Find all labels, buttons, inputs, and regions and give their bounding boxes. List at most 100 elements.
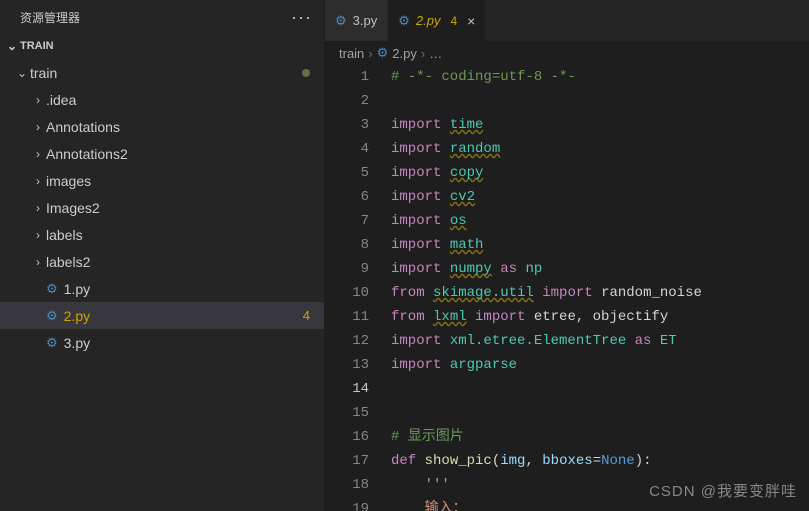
line-number: 19 (325, 497, 369, 511)
python-icon: ⚙ (377, 45, 389, 61)
line-number: 6 (325, 185, 369, 209)
section-header[interactable]: ⌄ TRAIN (0, 35, 324, 57)
code-line[interactable]: from lxml import etree, objectify (391, 305, 809, 329)
code-line[interactable]: import os (391, 209, 809, 233)
code-line[interactable]: import copy (391, 161, 809, 185)
chevron-right-icon: › (30, 120, 46, 134)
line-number: 8 (325, 233, 369, 257)
watermark: CSDN @我要变胖哇 (649, 480, 797, 501)
breadcrumb-seg: train (339, 46, 364, 61)
tree-item-label: 3.py (64, 335, 324, 351)
tree-item-label: train (30, 65, 302, 81)
code-line[interactable]: from skimage.util import random_noise (391, 281, 809, 305)
code-content[interactable]: # -*- coding=utf-8 -*- import timeimport… (387, 65, 809, 511)
more-actions-icon[interactable]: ··· (291, 7, 312, 28)
code-line[interactable]: import xml.etree.ElementTree as ET (391, 329, 809, 353)
python-icon: ⚙ (335, 13, 347, 29)
code-line[interactable]: import numpy as np (391, 257, 809, 281)
tree-item-label: 1.py (64, 281, 324, 297)
editor-tab[interactable]: ⚙ 3.py (325, 0, 388, 41)
tree-item-label: labels (46, 227, 324, 243)
chevron-right-icon: › (30, 255, 46, 269)
tree-file[interactable]: ⚙ 3.py (0, 329, 324, 356)
tree-item-label: Annotations2 (46, 146, 324, 162)
tree-folder[interactable]: ›Annotations2 (0, 140, 324, 167)
code-line[interactable]: def show_pic(img, bboxes=None): (391, 449, 809, 473)
tab-bar: ⚙ 3.py ⚙ 2.py 4 × (325, 0, 809, 41)
python-icon: ⚙ (46, 335, 58, 351)
python-icon: ⚙ (46, 308, 58, 324)
chevron-right-icon: › (368, 46, 372, 61)
code-line[interactable]: import time (391, 113, 809, 137)
line-number-gutter: 12345678910111213141516171819 (325, 65, 387, 511)
line-number: 18 (325, 473, 369, 497)
line-number: 3 (325, 113, 369, 137)
line-number: 11 (325, 305, 369, 329)
line-number: 17 (325, 449, 369, 473)
line-number: 4 (325, 137, 369, 161)
line-number: 2 (325, 89, 369, 113)
tree-item-label: 2.py (64, 308, 303, 324)
chevron-right-icon: › (30, 93, 46, 107)
chevron-right-icon: › (30, 228, 46, 242)
tab-label: 3.py (353, 13, 378, 28)
tree-folder[interactable]: ⌄train (0, 59, 324, 86)
chevron-right-icon: › (421, 46, 425, 61)
python-icon: ⚙ (398, 13, 410, 29)
editor-tab[interactable]: ⚙ 2.py 4 × (388, 0, 486, 41)
tree-folder[interactable]: ›labels2 (0, 248, 324, 275)
line-number: 1 (325, 65, 369, 89)
code-line[interactable]: import argparse (391, 353, 809, 377)
code-line[interactable]: import cv2 (391, 185, 809, 209)
tree-item-label: images (46, 173, 324, 189)
code-line[interactable]: import math (391, 233, 809, 257)
code-line[interactable]: # 显示图片 (391, 425, 809, 449)
line-number: 14 (325, 377, 369, 401)
tab-label: 2.py (416, 13, 441, 28)
breadcrumb-ellipsis: … (429, 46, 442, 61)
chevron-right-icon: › (30, 147, 46, 161)
file-tree: ⌄train›.idea›Annotations›Annotations2›im… (0, 57, 324, 356)
tab-problems-badge: 4 (450, 14, 457, 28)
chevron-right-icon: › (30, 174, 46, 188)
chevron-down-icon: ⌄ (14, 66, 30, 80)
explorer-sidebar: 资源管理器 ··· ⌄ TRAIN ⌄train›.idea›Annotatio… (0, 0, 325, 511)
line-number: 12 (325, 329, 369, 353)
code-line[interactable]: # -*- coding=utf-8 -*- (391, 65, 809, 89)
tree-item-label: Annotations (46, 119, 324, 135)
line-number: 5 (325, 161, 369, 185)
breadcrumb-seg: 2.py (392, 46, 417, 61)
chevron-right-icon: › (30, 201, 46, 215)
line-number: 15 (325, 401, 369, 425)
line-number: 10 (325, 281, 369, 305)
line-number: 9 (325, 257, 369, 281)
code-line[interactable] (391, 401, 809, 425)
tree-item-label: labels2 (46, 254, 324, 270)
editor-area: ⚙3.py⚙2.py4× train › ⚙ 2.py › … 12345678… (325, 0, 809, 511)
explorer-header: 资源管理器 ··· (0, 0, 324, 35)
line-number: 7 (325, 209, 369, 233)
chevron-down-icon: ⌄ (4, 39, 20, 53)
tree-file[interactable]: ⚙ 1.py (0, 275, 324, 302)
tree-file[interactable]: ⚙ 2.py4 (0, 302, 324, 329)
line-number: 13 (325, 353, 369, 377)
tree-folder[interactable]: ›images (0, 167, 324, 194)
problems-badge: 4 (303, 308, 310, 323)
tree-folder[interactable]: ›labels (0, 221, 324, 248)
section-title: TRAIN (20, 40, 54, 52)
tree-item-label: Images2 (46, 200, 324, 216)
code-line[interactable]: import random (391, 137, 809, 161)
line-number: 16 (325, 425, 369, 449)
code-line[interactable] (391, 89, 809, 113)
tree-folder[interactable]: ›Annotations (0, 113, 324, 140)
python-icon: ⚙ (46, 281, 58, 297)
breadcrumb[interactable]: train › ⚙ 2.py › … (325, 41, 809, 65)
tree-folder[interactable]: ›.idea (0, 86, 324, 113)
code-editor[interactable]: 12345678910111213141516171819 # -*- codi… (325, 65, 809, 511)
code-line[interactable] (391, 377, 809, 401)
explorer-title: 资源管理器 (20, 9, 291, 26)
modified-dot-icon (302, 69, 310, 77)
tree-folder[interactable]: ›Images2 (0, 194, 324, 221)
tree-item-label: .idea (46, 92, 324, 108)
close-icon[interactable]: × (467, 13, 475, 29)
